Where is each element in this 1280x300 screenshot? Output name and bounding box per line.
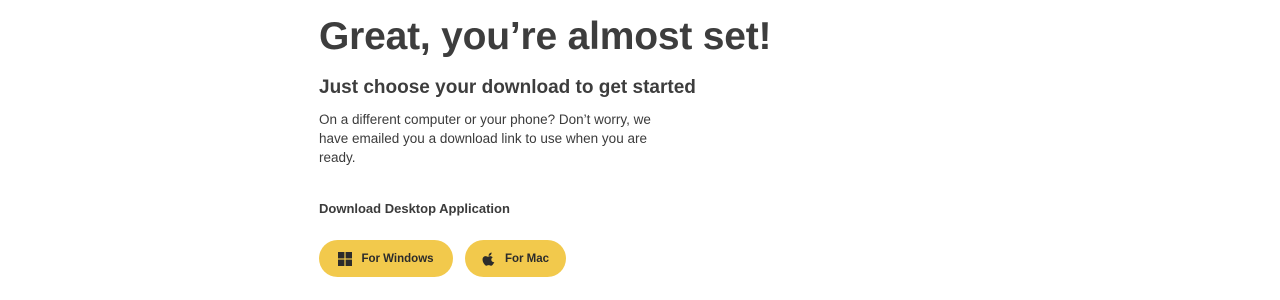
download-section-label: Download Desktop Application: [319, 201, 510, 216]
download-mac-button[interactable]: For Mac: [465, 240, 566, 277]
hero-section: Great, you’re almost set! Just choose yo…: [319, 14, 879, 167]
download-mac-label: For Mac: [504, 252, 550, 265]
download-buttons: For Windows For Mac: [319, 240, 566, 277]
page-title: Great, you’re almost set!: [319, 15, 772, 58]
download-windows-button[interactable]: For Windows: [319, 240, 453, 277]
download-windows-label: For Windows: [361, 252, 434, 265]
windows-icon: [338, 251, 353, 266]
apple-icon: [482, 252, 496, 266]
page-subtitle: Just choose your download to get started: [319, 77, 696, 98]
download-info-text: On a different computer or your phone? D…: [319, 112, 651, 165]
